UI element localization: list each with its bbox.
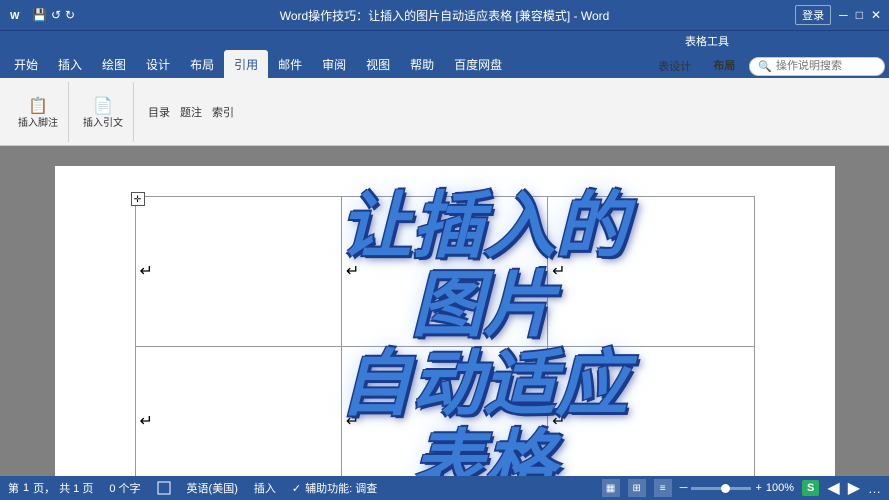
insert-mode[interactable]: 插入 bbox=[254, 480, 276, 496]
page-total-label: 页， bbox=[33, 480, 55, 496]
view-print-btn[interactable]: ▦ bbox=[602, 479, 620, 497]
status-bar: 第 1 页， 共 1 页 0 个字 英语(美国) 插入 ✓ 辅助功能: 调查 ▦… bbox=[0, 476, 889, 500]
zoom-slider[interactable] bbox=[691, 487, 751, 490]
tab-table-layout[interactable]: 布局 bbox=[705, 54, 743, 78]
tab-view[interactable]: 视图 bbox=[356, 50, 400, 78]
tab-review[interactable]: 审阅 bbox=[312, 50, 356, 78]
btn-citation[interactable]: 📄 插入引文 bbox=[79, 92, 127, 132]
tab-design[interactable]: 设计 bbox=[136, 50, 180, 78]
svg-text:W: W bbox=[10, 11, 20, 22]
ribbon-right-tabs: 表设计 布局 🔍 bbox=[650, 54, 885, 78]
nav-next-btn[interactable]: ▶ bbox=[848, 478, 860, 498]
restore-button[interactable]: □ bbox=[856, 8, 863, 22]
search-input[interactable] bbox=[776, 60, 876, 72]
word-icon: W bbox=[8, 6, 24, 25]
cell-return: ↵ bbox=[346, 263, 359, 280]
quick-access-toolbar: W 💾 ↺ ↻ bbox=[8, 6, 75, 25]
zoom-thumb bbox=[721, 484, 730, 493]
ribbon-group-1: 📋 插入脚注 bbox=[8, 82, 69, 142]
current-page: 1 bbox=[23, 482, 29, 494]
btn-footnote[interactable]: 📋 插入脚注 bbox=[14, 92, 62, 132]
cell-return: ↵ bbox=[140, 413, 153, 430]
window-title: Word操作技巧：让插入的图片自动适应表格 [兼容模式] - Word bbox=[280, 7, 610, 24]
zoom-control: ─ + 100% bbox=[680, 482, 794, 494]
ribbon-tab-bar: 开始 插入 绘图 设计 布局 引用 邮件 审阅 视图 帮助 百度网盘 表设计 布… bbox=[0, 50, 889, 78]
cell-return: ↵ bbox=[552, 413, 565, 430]
minimize-button[interactable]: ─ bbox=[839, 8, 848, 22]
tab-home[interactable]: 开始 bbox=[4, 50, 48, 78]
tab-draw[interactable]: 绘图 bbox=[92, 50, 136, 78]
table-cell[interactable]: ↵ bbox=[548, 346, 754, 476]
tab-layout[interactable]: 布局 bbox=[180, 50, 224, 78]
document-table: ↵ ↵ ↵ ↵ ↵ ↵ bbox=[135, 196, 755, 476]
tab-table-design[interactable]: 表设计 bbox=[650, 55, 699, 77]
table-cell[interactable]: ↵ bbox=[341, 197, 547, 347]
accessibility-icon: ✓ bbox=[292, 482, 301, 495]
zoom-out-btn[interactable]: ─ bbox=[680, 482, 688, 494]
wps-logo: S bbox=[802, 480, 819, 496]
ribbon: 开始 插入 绘图 设计 布局 引用 邮件 审阅 视图 帮助 百度网盘 表设计 布… bbox=[0, 50, 889, 146]
word-count: 0 个字 bbox=[109, 480, 140, 496]
btn-caption[interactable]: 题注 bbox=[176, 103, 206, 121]
redo-icon[interactable]: ↻ bbox=[65, 8, 75, 22]
btn-index[interactable]: 索引 bbox=[208, 103, 238, 121]
cell-return: ↵ bbox=[140, 263, 153, 280]
language[interactable]: 英语(美国) bbox=[187, 480, 238, 496]
page-count: 第 1 页， 共 1 页 bbox=[8, 480, 93, 496]
extra-icon: … bbox=[868, 481, 881, 496]
page-label: 第 bbox=[8, 480, 19, 496]
document-area: ✛ ↵ ↵ ↵ ↵ ↵ ↵ 让插入的图片自动适应表格 bbox=[0, 146, 889, 476]
ribbon-small-row: 目录 题注 索引 bbox=[144, 103, 238, 121]
nav-prev-btn[interactable]: ◀ bbox=[827, 478, 839, 498]
tab-references[interactable]: 引用 bbox=[224, 50, 268, 78]
cell-return: ↵ bbox=[346, 413, 359, 430]
login-button[interactable]: 登录 bbox=[795, 5, 831, 25]
document-page: ✛ ↵ ↵ ↵ ↵ ↵ ↵ 让插入的图片自动适应表格 bbox=[55, 166, 835, 476]
table-row: ↵ ↵ ↵ bbox=[135, 197, 754, 347]
btn-toc[interactable]: 目录 bbox=[144, 103, 174, 121]
save-icon[interactable]: 💾 bbox=[32, 8, 47, 22]
view-read-btn[interactable]: ≡ bbox=[654, 479, 672, 497]
accessibility-label: ✓ 辅助功能: 调查 bbox=[292, 480, 377, 496]
table-cell[interactable]: ↵ bbox=[341, 346, 547, 476]
right-status-area: ▦ ⊞ ≡ ─ + 100% S ◀ ▶ … bbox=[602, 478, 881, 498]
table-cell[interactable]: ↵ bbox=[548, 197, 754, 347]
cell-return: ↵ bbox=[552, 263, 565, 280]
citation-icon: 📄 bbox=[91, 94, 115, 118]
page-total: 共 1 页 bbox=[59, 480, 93, 496]
ribbon-content: 📋 插入脚注 📄 插入引文 目录 题注 索引 bbox=[0, 78, 889, 146]
ribbon-group-3: 目录 题注 索引 bbox=[138, 82, 244, 142]
search-icon: 🔍 bbox=[758, 60, 772, 73]
table-row: ↵ ↵ ↵ bbox=[135, 346, 754, 476]
window-controls: 登录 ─ □ ✕ bbox=[795, 5, 881, 25]
table-cell[interactable]: ↵ bbox=[135, 346, 341, 476]
tab-help[interactable]: 帮助 bbox=[400, 50, 444, 78]
tab-insert[interactable]: 插入 bbox=[48, 50, 92, 78]
zoom-percent: 100% bbox=[766, 482, 794, 494]
title-bar: W 💾 ↺ ↻ Word操作技巧：让插入的图片自动适应表格 [兼容模式] - W… bbox=[0, 0, 889, 30]
tab-baidu[interactable]: 百度网盘 bbox=[444, 50, 512, 78]
undo-icon[interactable]: ↺ bbox=[51, 8, 61, 22]
footnote-icon: 📋 bbox=[26, 94, 50, 118]
close-button[interactable]: ✕ bbox=[871, 8, 881, 22]
track-changes-icon bbox=[157, 481, 171, 495]
tab-mail[interactable]: 邮件 bbox=[268, 50, 312, 78]
document-table-wrapper: ↵ ↵ ↵ ↵ ↵ ↵ bbox=[135, 196, 755, 476]
table-tools-label: 表格工具 bbox=[685, 33, 729, 49]
table-cell[interactable]: ↵ bbox=[135, 197, 341, 347]
ribbon-group-2: 📄 插入引文 bbox=[73, 82, 134, 142]
search-box[interactable]: 🔍 bbox=[749, 57, 885, 76]
table-move-handle[interactable]: ✛ bbox=[131, 192, 145, 206]
zoom-in-btn[interactable]: + bbox=[755, 482, 761, 494]
view-web-btn[interactable]: ⊞ bbox=[628, 479, 646, 497]
table-tools-bar: 表格工具 bbox=[0, 30, 889, 50]
